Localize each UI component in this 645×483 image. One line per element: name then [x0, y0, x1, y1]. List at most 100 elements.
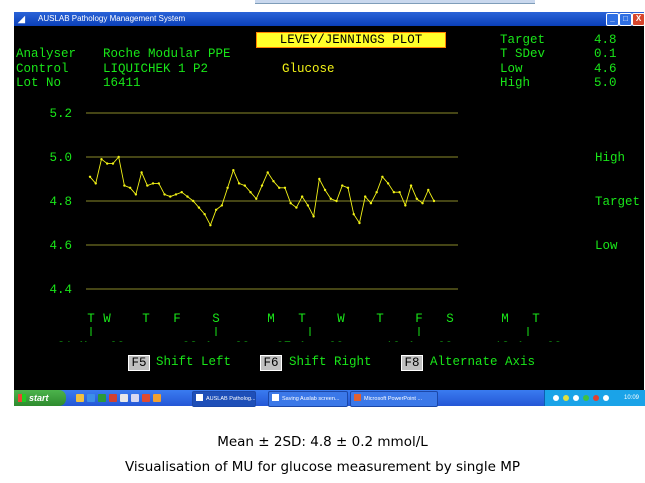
data-point [100, 158, 103, 161]
taskbar: start AUSLAB Patholog... Saving Auslab s… [14, 390, 645, 407]
data-point [392, 191, 396, 194]
tray-icon[interactable] [563, 395, 569, 401]
data-point [180, 191, 183, 194]
taskbar-item-powerpoint[interactable]: Microsoft PowerPoint ... [350, 391, 438, 407]
quicklaunch-desktop-icon[interactable] [131, 394, 139, 402]
y-tick-label: 4.6 [49, 239, 72, 253]
data-point [404, 204, 407, 207]
quicklaunch-misc-icon[interactable] [153, 394, 161, 402]
data-point [346, 186, 350, 189]
day-letter: T [376, 312, 384, 326]
f5-label[interactable]: Shift Left [156, 355, 231, 369]
data-point [203, 213, 206, 216]
taskbar-item-auslab[interactable]: AUSLAB Patholog... [192, 391, 256, 407]
tray-icon[interactable] [553, 395, 559, 401]
start-label: start [29, 393, 49, 403]
data-point [335, 199, 338, 203]
data-point [260, 184, 264, 187]
data-point [398, 191, 401, 194]
caption-line-2: Visualisation of MU for glucose measurem… [124, 459, 521, 475]
data-point [186, 195, 189, 198]
date-label: 13-Apr-09 [494, 340, 562, 342]
y-tick-label: 4.4 [49, 283, 72, 297]
date-label: 03-Apr-09 [182, 340, 250, 342]
data-point [117, 155, 120, 159]
quicklaunch-folder-icon[interactable] [76, 394, 84, 402]
quicklaunch-app-icon[interactable] [109, 394, 117, 402]
day-letter: W [103, 312, 111, 326]
day-letter: F [415, 312, 423, 326]
taskbar-item-label: AUSLAB Patholog... [206, 396, 256, 402]
quicklaunch-office-icon[interactable] [142, 394, 150, 402]
f5-key[interactable]: F5 [128, 355, 150, 371]
data-point [226, 186, 229, 189]
data-point [106, 162, 109, 165]
data-point [220, 204, 224, 207]
quicklaunch-doc-icon[interactable] [120, 394, 128, 402]
data-point [283, 186, 287, 189]
data-point [289, 202, 292, 205]
f6-label[interactable]: Shift Right [289, 355, 372, 369]
data-point [323, 188, 327, 192]
day-letter: S [446, 312, 454, 326]
data-point [88, 175, 92, 178]
day-letter: M [501, 312, 509, 326]
day-letter: M [267, 312, 275, 326]
data-point [128, 186, 132, 189]
day-letter: F [173, 312, 181, 326]
data-point [255, 197, 258, 200]
data-point [306, 204, 310, 207]
data-point [364, 195, 367, 198]
data-point [232, 169, 235, 172]
day-letter: W [337, 312, 345, 326]
data-point [237, 182, 241, 185]
day-letter: T [532, 312, 540, 326]
data-point [312, 215, 315, 218]
caption-line-1: Mean ± 2SD: 4.8 ± 0.2 mmol/L [217, 434, 428, 450]
reference-line-label: Target [595, 195, 640, 209]
levey-jennings-chart: 5.25.04.84.64.4HighTargetLowT W T F S M T W T F S M… [49, 107, 640, 342]
data-point [192, 199, 195, 203]
saving-task-icon [272, 394, 279, 401]
y-tick-label: 4.8 [49, 195, 72, 209]
quicklaunch-ie-icon[interactable] [87, 394, 95, 402]
data-point [174, 193, 178, 196]
start-button[interactable]: start [14, 390, 66, 406]
data-point [146, 184, 149, 187]
reference-line-label: Low [595, 239, 618, 253]
date-label: 10-Apr-09 [385, 340, 453, 342]
data-point [358, 221, 361, 225]
data-point [352, 213, 355, 216]
system-tray: 10:09 [544, 390, 645, 406]
clock: 10:09 [623, 395, 639, 401]
data-point [157, 182, 160, 185]
y-tick-label: 5.2 [49, 107, 72, 121]
f8-key[interactable]: F8 [401, 355, 423, 371]
tray-icon[interactable] [573, 395, 579, 401]
taskbar-item-saving[interactable]: Saving Auslab screen... [268, 391, 348, 407]
windows-flag-icon [18, 394, 26, 402]
data-point [94, 182, 97, 185]
powerpoint-task-icon [354, 394, 361, 401]
data-point [243, 184, 246, 187]
data-point [111, 162, 115, 165]
data-point [369, 202, 373, 205]
data-point [421, 202, 424, 205]
date-label: 31-Mar-09 [57, 340, 125, 342]
tray-icon[interactable] [593, 395, 599, 401]
data-point [209, 224, 212, 227]
data-point [375, 191, 378, 194]
quicklaunch-excel-icon[interactable] [98, 394, 106, 402]
f6-key[interactable]: F6 [260, 355, 282, 371]
reference-line-label: High [595, 151, 625, 165]
top-strip [0, 0, 645, 4]
tray-icon[interactable] [583, 395, 589, 401]
data-point [278, 186, 281, 189]
data-point [134, 193, 138, 196]
tray-icon[interactable] [603, 395, 609, 401]
data-point [386, 182, 390, 185]
f8-label[interactable]: Alternate Axis [430, 355, 535, 369]
data-point [249, 191, 252, 194]
data-point [432, 199, 436, 203]
data-point [318, 177, 321, 181]
